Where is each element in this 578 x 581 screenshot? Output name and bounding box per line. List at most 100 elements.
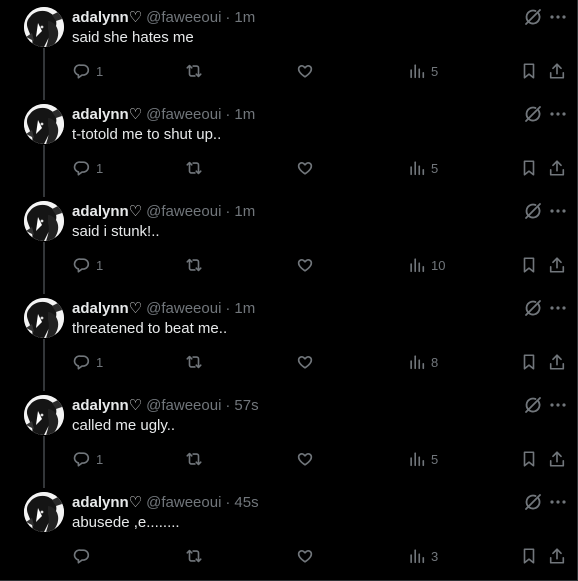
timestamp[interactable]: 45s: [234, 494, 258, 511]
user-handle[interactable]: @faweeoui: [146, 106, 221, 123]
reply-button[interactable]: 1: [73, 158, 103, 178]
more-options-icon[interactable]: [548, 492, 568, 512]
share-button[interactable]: [548, 352, 566, 372]
reply-button[interactable]: [73, 546, 96, 566]
more-options-icon[interactable]: [548, 298, 568, 318]
tweet-text: said she hates me: [72, 29, 194, 46]
timestamp[interactable]: 1m: [234, 106, 255, 123]
like-button[interactable]: [296, 61, 314, 81]
tweet-4[interactable]: adalynn♡ @faweeoui · 1m threatened to be…: [0, 291, 577, 391]
views-button[interactable]: 5: [408, 61, 438, 81]
retweet-button[interactable]: [185, 158, 203, 178]
bookmark-button[interactable]: [520, 61, 538, 81]
views-button[interactable]: 10: [408, 255, 445, 275]
reply-button[interactable]: 1: [73, 255, 103, 275]
more-options-icon[interactable]: [548, 201, 568, 221]
retweet-button[interactable]: [185, 546, 203, 566]
user-handle[interactable]: @faweeoui: [146, 397, 221, 414]
reply-icon: [73, 355, 90, 370]
like-button[interactable]: [296, 255, 314, 275]
reply-icon: [73, 549, 90, 564]
bookmark-button[interactable]: [520, 158, 538, 178]
like-button[interactable]: [296, 449, 314, 469]
views-icon: [410, 64, 425, 79]
timestamp[interactable]: 1m: [234, 9, 255, 26]
tweet-header: adalynn♡ @faweeoui · 1m: [72, 104, 255, 124]
share-button[interactable]: [548, 158, 566, 178]
bookmark-button[interactable]: [520, 449, 538, 469]
share-button[interactable]: [548, 546, 566, 566]
user-handle[interactable]: @faweeoui: [146, 494, 221, 511]
thread-connector-line: [43, 48, 45, 100]
retweet-icon: [186, 258, 202, 272]
separator-dot: ·: [225, 493, 231, 511]
more-options-icon[interactable]: [548, 7, 568, 27]
like-button[interactable]: [296, 158, 314, 178]
tweet-2[interactable]: adalynn♡ @faweeoui · 1m t-totold me to s…: [0, 97, 577, 197]
share-button[interactable]: [548, 61, 566, 81]
avatar[interactable]: [24, 492, 64, 532]
share-icon: [549, 451, 565, 467]
separator-dot: ·: [225, 105, 231, 123]
retweet-icon: [186, 355, 202, 369]
retweet-icon: [186, 161, 202, 175]
display-name[interactable]: adalynn♡: [72, 105, 142, 123]
timestamp[interactable]: 57s: [234, 397, 258, 414]
retweet-button[interactable]: [185, 449, 203, 469]
like-button[interactable]: [296, 546, 314, 566]
timestamp[interactable]: 1m: [234, 300, 255, 317]
bookmark-button[interactable]: [520, 255, 538, 275]
user-handle[interactable]: @faweeoui: [146, 300, 221, 317]
retweet-button[interactable]: [185, 61, 203, 81]
user-handle[interactable]: @faweeoui: [146, 9, 221, 26]
views-button[interactable]: 3: [408, 546, 438, 566]
reply-button[interactable]: 1: [73, 352, 103, 372]
grok-icon[interactable]: [523, 298, 543, 318]
retweet-icon: [186, 452, 202, 466]
reply-icon: [73, 452, 90, 467]
reply-button[interactable]: 1: [73, 61, 103, 81]
tweet-5[interactable]: adalynn♡ @faweeoui · 57s called me ugly.…: [0, 388, 577, 488]
views-button[interactable]: 8: [408, 352, 438, 372]
avatar[interactable]: [24, 201, 64, 241]
avatar[interactable]: [24, 298, 64, 338]
reply-icon: [73, 161, 90, 176]
grok-icon[interactable]: [523, 104, 543, 124]
grok-icon[interactable]: [523, 395, 543, 415]
reply-count: 1: [96, 451, 104, 467]
retweet-button[interactable]: [185, 352, 203, 372]
display-name[interactable]: adalynn♡: [72, 493, 142, 511]
bookmark-button[interactable]: [520, 546, 538, 566]
grok-icon[interactable]: [523, 492, 543, 512]
more-options-icon[interactable]: [548, 104, 568, 124]
more-options-icon[interactable]: [548, 395, 568, 415]
reply-button[interactable]: 1: [73, 449, 103, 469]
view-count: 3: [431, 548, 439, 564]
display-name[interactable]: adalynn♡: [72, 396, 142, 414]
tweet-3[interactable]: adalynn♡ @faweeoui · 1m said i stunk!.. …: [0, 194, 577, 294]
share-icon: [549, 160, 565, 176]
retweet-button[interactable]: [185, 255, 203, 275]
avatar[interactable]: [24, 104, 64, 144]
display-name[interactable]: adalynn♡: [72, 299, 142, 317]
timestamp[interactable]: 1m: [234, 203, 255, 220]
heart-icon: [297, 259, 313, 272]
tweet-1[interactable]: adalynn♡ @faweeoui · 1m said she hates m…: [0, 0, 577, 100]
avatar[interactable]: [24, 7, 64, 47]
bookmark-button[interactable]: [520, 352, 538, 372]
tweet-6[interactable]: adalynn♡ @faweeoui · 45s abusede ,e.....…: [0, 485, 577, 581]
views-button[interactable]: 5: [408, 449, 438, 469]
like-button[interactable]: [296, 352, 314, 372]
views-button[interactable]: 5: [408, 158, 438, 178]
share-button[interactable]: [548, 449, 566, 469]
grok-icon[interactable]: [523, 201, 543, 221]
tweet-header: adalynn♡ @faweeoui · 45s: [72, 492, 259, 512]
bookmark-icon: [523, 451, 535, 467]
user-handle[interactable]: @faweeoui: [146, 203, 221, 220]
display-name[interactable]: adalynn♡: [72, 202, 142, 220]
display-name[interactable]: adalynn♡: [72, 8, 142, 26]
share-button[interactable]: [548, 255, 566, 275]
grok-icon[interactable]: [523, 7, 543, 27]
avatar[interactable]: [24, 395, 64, 435]
reply-count: 1: [96, 160, 104, 176]
